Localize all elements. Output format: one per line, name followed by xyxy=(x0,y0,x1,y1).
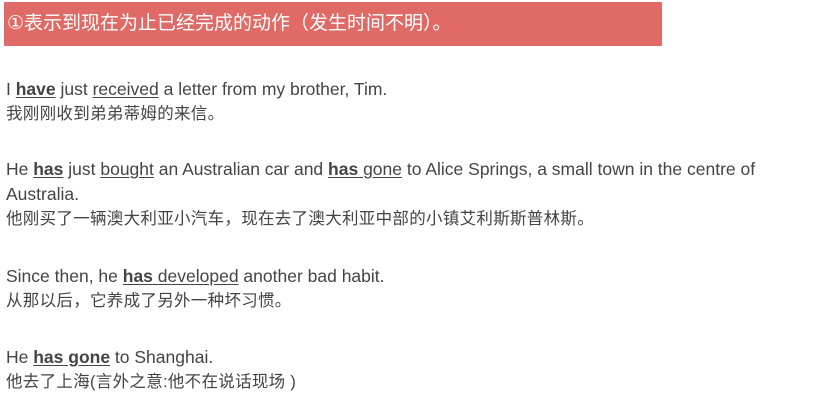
verb-participle: developed xyxy=(157,266,239,286)
example-4-english: He has gone to Shanghai. xyxy=(6,345,821,370)
verb-auxiliary: has xyxy=(33,159,64,179)
example-1-english: I have just received a letter from my br… xyxy=(6,77,821,102)
example-4: He has gone to Shanghai. 他去了上海(言外之意:他不在说… xyxy=(6,345,821,395)
example-3-english: Since then, he has developed another bad… xyxy=(6,264,821,289)
verb-auxiliary: has xyxy=(328,159,359,179)
text-segment: just xyxy=(55,79,93,99)
text-segment: I xyxy=(6,79,16,99)
text-segment: Since then, he xyxy=(6,266,123,286)
verb-participle: received xyxy=(92,79,159,99)
verb-participle: gone xyxy=(363,159,402,179)
text-segment: an Australian car and xyxy=(153,159,329,179)
text-segment: He xyxy=(6,159,34,179)
text-segment: another bad habit. xyxy=(238,266,385,286)
example-4-chinese: 他去了上海(言外之意:他不在说话现场 ) xyxy=(6,373,297,391)
example-2-english: He has just bought an Australian car and… xyxy=(6,157,821,207)
verb-participle: bought xyxy=(100,159,154,179)
text-segment: to Shanghai. xyxy=(110,347,214,367)
example-3: Since then, he has developed another bad… xyxy=(6,264,821,314)
verb-auxiliary: have xyxy=(15,79,56,99)
verb-auxiliary: has xyxy=(122,266,153,286)
text-segment: a letter from my brother, Tim. xyxy=(158,79,388,99)
example-2: He has just bought an Australian car and… xyxy=(6,157,821,232)
text-segment: He xyxy=(6,347,34,367)
example-3-chinese: 从那以后，它养成了另外一种坏习惯。 xyxy=(6,292,292,310)
example-1: I have just received a letter from my br… xyxy=(6,77,821,127)
text-segment: just xyxy=(63,159,101,179)
verb-present-perfect: has gone xyxy=(33,347,111,367)
example-1-chinese: 我刚刚收到弟弟蒂姆的来信。 xyxy=(6,105,225,123)
example-2-chinese: 他刚买了一辆澳大利亚小汽车，现在去了澳大利亚中部的小镇艾利斯斯普林斯。 xyxy=(6,210,594,228)
section-header: ①表示到现在为止已经完成的动作（发生时间不明）。 xyxy=(4,2,662,46)
